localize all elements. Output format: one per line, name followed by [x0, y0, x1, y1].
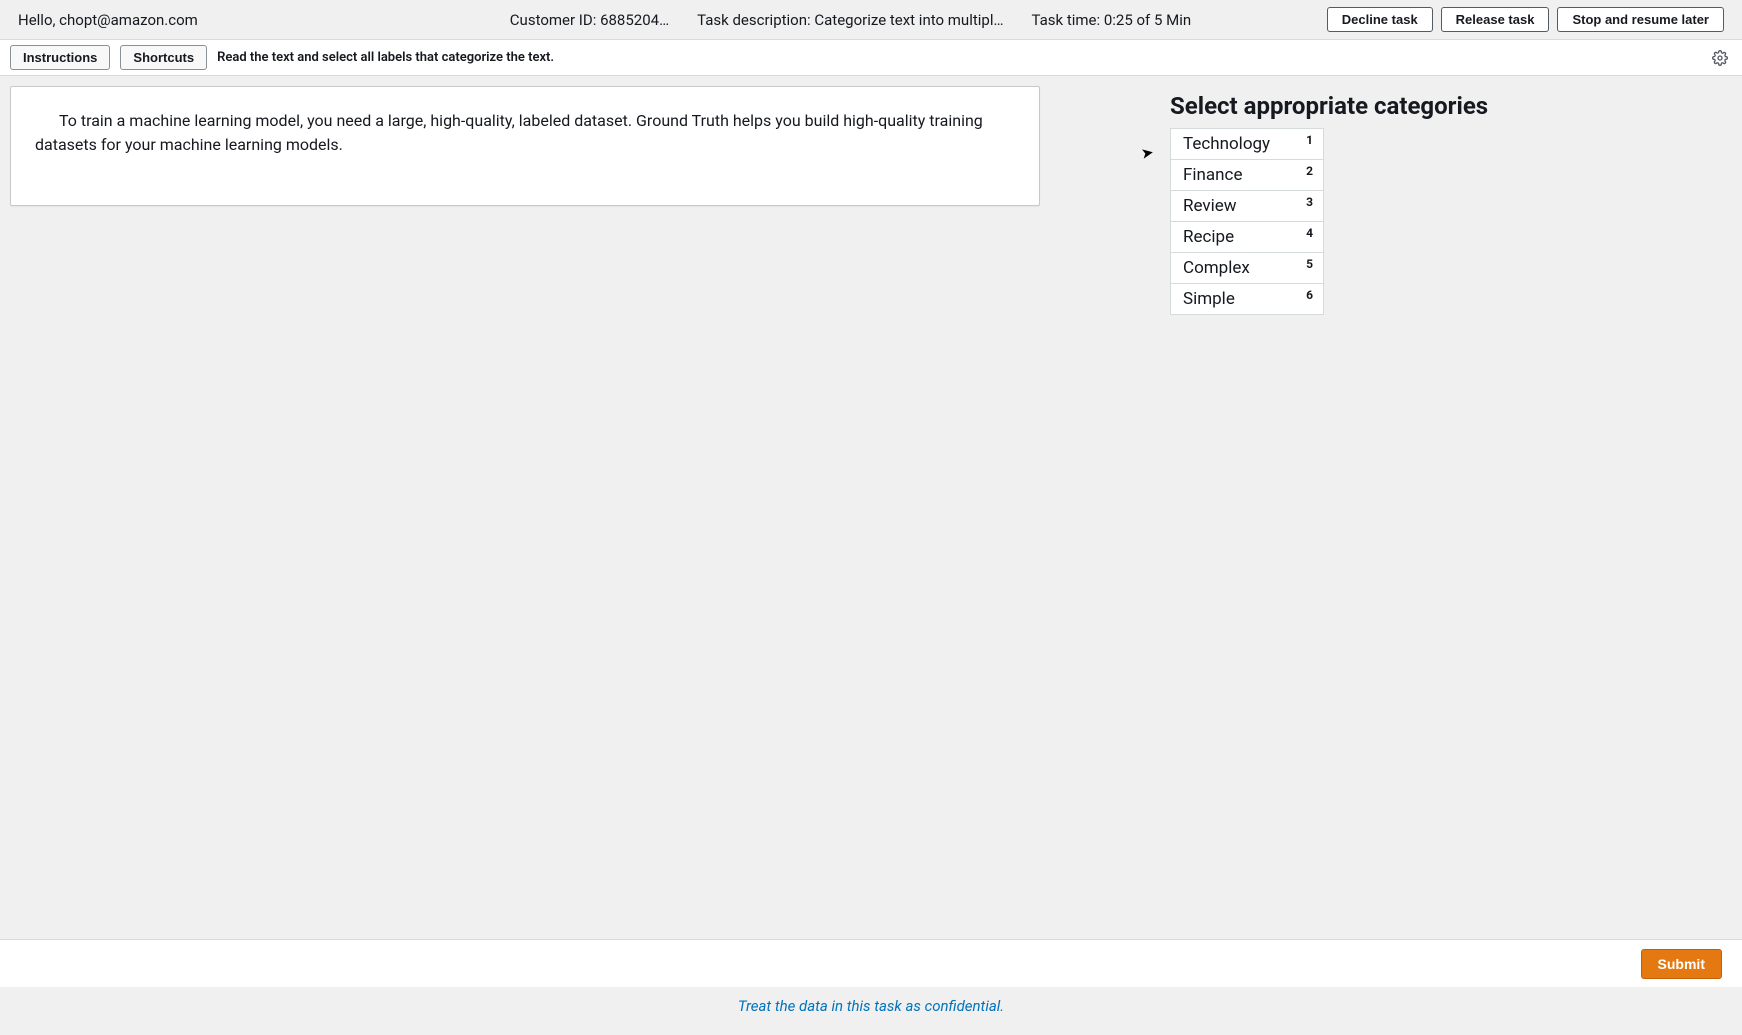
- category-shortcut-key: 1: [1306, 133, 1313, 147]
- submit-button[interactable]: Submit: [1641, 949, 1722, 979]
- confidential-notice: Treat the data in this task as confident…: [0, 991, 1742, 1021]
- customer-id-text: Customer ID: 6885204…: [510, 11, 669, 29]
- category-list: Technology 1 Finance 2 Review 3 Recipe 4…: [1170, 128, 1488, 315]
- task-description-text: Task description: Categorize text into m…: [697, 11, 1003, 29]
- category-item-finance[interactable]: Finance 2: [1170, 159, 1324, 191]
- decline-task-button[interactable]: Decline task: [1327, 7, 1433, 32]
- toolbar-hint-text: Read the text and select all labels that…: [217, 50, 554, 65]
- category-item-complex[interactable]: Complex 5: [1170, 252, 1324, 284]
- category-label: Recipe: [1183, 227, 1234, 247]
- submit-bar: Submit: [0, 939, 1742, 987]
- category-label: Complex: [1183, 258, 1250, 278]
- category-shortcut-key: 2: [1306, 164, 1313, 178]
- category-item-review[interactable]: Review 3: [1170, 190, 1324, 222]
- workspace: To train a machine learning model, you n…: [0, 76, 1742, 956]
- category-item-simple[interactable]: Simple 6: [1170, 283, 1324, 315]
- task-text-panel: To train a machine learning model, you n…: [10, 86, 1040, 206]
- settings-gear-icon[interactable]: [1712, 50, 1728, 66]
- category-label: Technology: [1183, 134, 1270, 154]
- stop-resume-button[interactable]: Stop and resume later: [1557, 7, 1724, 32]
- category-item-recipe[interactable]: Recipe 4: [1170, 221, 1324, 253]
- category-shortcut-key: 4: [1306, 226, 1313, 240]
- greeting-text: Hello, chopt@amazon.com: [18, 11, 198, 29]
- category-label: Review: [1183, 196, 1237, 216]
- instructions-button[interactable]: Instructions: [10, 45, 110, 70]
- header-buttons: Decline task Release task Stop and resum…: [1327, 7, 1724, 32]
- category-item-technology[interactable]: Technology 1: [1170, 128, 1324, 160]
- toolbar: Instructions Shortcuts Read the text and…: [0, 40, 1742, 76]
- category-panel-title: Select appropriate categories: [1170, 92, 1488, 120]
- category-shortcut-key: 5: [1306, 257, 1313, 271]
- shortcuts-button[interactable]: Shortcuts: [120, 45, 207, 70]
- category-shortcut-key: 6: [1306, 288, 1313, 302]
- category-label: Finance: [1183, 165, 1242, 185]
- header-info-group: Customer ID: 6885204… Task description: …: [510, 11, 1191, 29]
- category-label: Simple: [1183, 289, 1235, 309]
- release-task-button[interactable]: Release task: [1441, 7, 1550, 32]
- task-time-text: Task time: 0:25 of 5 Min: [1032, 11, 1192, 29]
- task-text: To train a machine learning model, you n…: [35, 109, 1015, 157]
- category-panel: Select appropriate categories Technology…: [1170, 86, 1488, 315]
- header-bar: Hello, chopt@amazon.com Customer ID: 688…: [0, 0, 1742, 40]
- category-shortcut-key: 3: [1306, 195, 1313, 209]
